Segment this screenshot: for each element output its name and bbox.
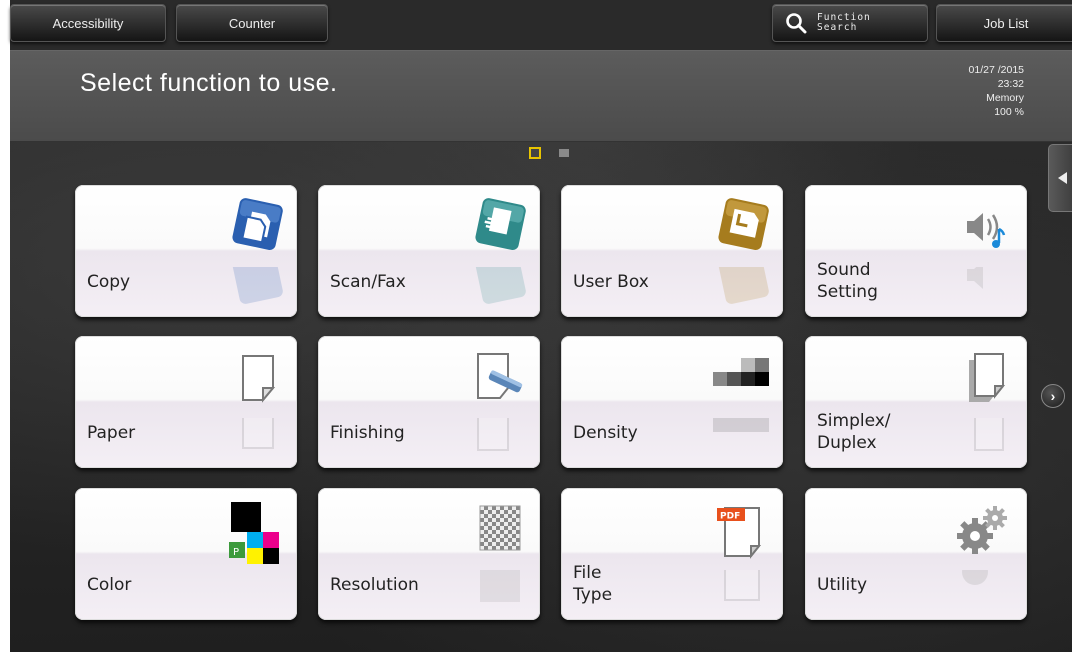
tile-color[interactable]: P Color — [75, 488, 297, 620]
resolution-icon-reflection — [460, 570, 528, 610]
tile-label: Scan/Fax — [330, 272, 406, 292]
tile-label: Utility — [817, 575, 868, 595]
tile-sound-setting[interactable]: Sound Setting — [805, 185, 1027, 317]
status-time: 23:32 — [997, 78, 1024, 90]
status-date: 01/27 /2015 — [968, 64, 1024, 76]
simplex-duplex-icon — [947, 346, 1015, 414]
tile-label: Finishing — [330, 423, 405, 443]
scan-fax-icon — [460, 195, 528, 263]
arrow-left-icon — [1058, 172, 1067, 184]
user-box-icon — [703, 195, 771, 263]
function-search-label: Function Search — [817, 12, 871, 33]
tile-label: Paper — [87, 423, 136, 443]
status-area: 01/27 /2015 23:32 Memory 100 % — [969, 63, 1024, 119]
tile-label: Density — [573, 423, 638, 443]
tile-paper[interactable]: Paper — [75, 336, 297, 468]
top-bar: Accessibility Counter Function Search Jo… — [10, 0, 1072, 50]
screen: Accessibility Counter Function Search Jo… — [0, 0, 1072, 652]
color-icon: P — [217, 498, 285, 566]
copy-icon-reflection — [217, 267, 285, 307]
page-indicator-current — [529, 147, 541, 159]
simplex-duplex-icon-reflection — [947, 418, 1015, 458]
left-edge — [0, 0, 10, 652]
side-panel-tab[interactable] — [1048, 144, 1072, 212]
counter-label: Counter — [228, 15, 276, 31]
finishing-icon-reflection — [460, 418, 528, 458]
chevron-right-icon: › — [1050, 388, 1056, 404]
paper-icon-reflection — [217, 418, 285, 458]
tile-label: Color — [87, 575, 132, 595]
utility-icon — [947, 498, 1015, 566]
svg-text:P: P — [233, 547, 239, 558]
tile-label: Resolution — [330, 575, 419, 595]
tile-label: Sound Setting — [817, 260, 878, 302]
density-icon — [703, 346, 771, 414]
page-indicator-other — [559, 149, 569, 157]
tile-label: Copy — [87, 272, 131, 292]
tile-user-box[interactable]: User Box — [561, 185, 783, 317]
user-box-icon-reflection — [703, 267, 771, 307]
counter-button[interactable]: Counter — [176, 4, 328, 42]
paper-icon — [217, 346, 285, 414]
pdf-badge-text: PDF — [720, 512, 740, 522]
utility-icon-reflection — [947, 570, 1015, 610]
copy-icon — [217, 195, 285, 263]
tile-label: User Box — [573, 272, 649, 292]
finishing-icon — [460, 346, 528, 414]
tile-density[interactable]: Density — [561, 336, 783, 468]
tile-utility[interactable]: Utility — [805, 488, 1027, 620]
resolution-icon — [460, 498, 528, 566]
message-bar: Select function to use. 01/27 /2015 23:3… — [10, 50, 1072, 142]
function-search-button[interactable]: Function Search — [772, 4, 928, 42]
file-type-icon: PDF — [703, 498, 771, 566]
density-icon-reflection — [703, 418, 771, 458]
next-page-button[interactable]: › — [1041, 384, 1065, 408]
scan-fax-icon-reflection — [460, 267, 528, 307]
sound-setting-icon — [947, 195, 1015, 263]
memory-label: Memory — [986, 92, 1024, 104]
tile-scan-fax[interactable]: Scan/Fax — [318, 185, 540, 317]
tile-finishing[interactable]: Finishing — [318, 336, 540, 468]
sound-setting-icon-reflection — [947, 267, 1015, 307]
accessibility-button[interactable]: Accessibility — [10, 4, 166, 42]
instruction-text: Select function to use. — [80, 69, 338, 97]
tile-resolution[interactable]: Resolution — [318, 488, 540, 620]
memory-value: 100 % — [994, 106, 1024, 118]
tile-file-type[interactable]: PDF File Type — [561, 488, 783, 620]
tile-label: File Type — [573, 563, 613, 605]
tile-simplex-duplex[interactable]: Simplex/ Duplex — [805, 336, 1027, 468]
tile-copy[interactable]: Copy — [75, 185, 297, 317]
accessibility-label: Accessibility — [52, 15, 124, 31]
job-list-button[interactable]: Job List — [936, 4, 1072, 42]
file-type-icon-reflection — [703, 570, 771, 610]
search-icon — [785, 12, 807, 34]
job-list-label: Job List — [983, 15, 1029, 31]
tile-label: Simplex/ Duplex — [817, 411, 891, 453]
